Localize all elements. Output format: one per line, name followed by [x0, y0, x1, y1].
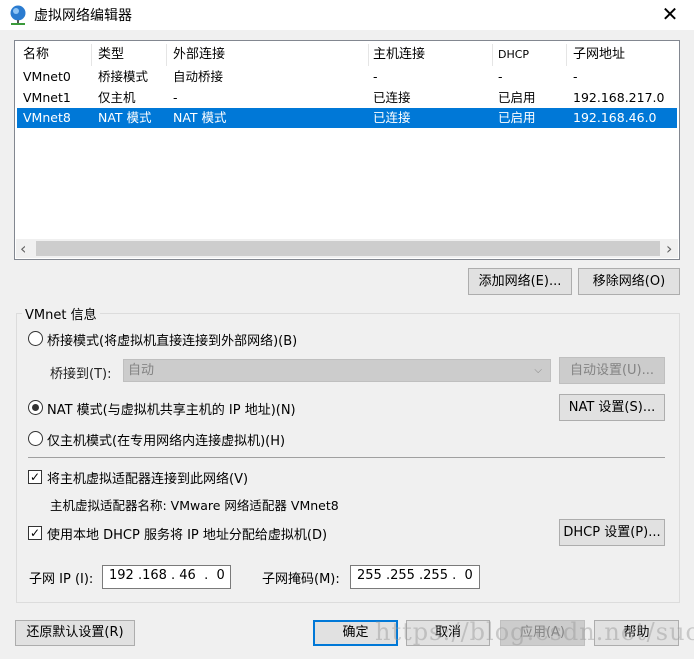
use-dhcp-label: 使用本地 DHCP 服务将 IP 地址分配给虚拟机(D)	[47, 528, 328, 543]
bridge-to-value: 自动	[128, 363, 155, 378]
column-separator[interactable]	[166, 44, 167, 66]
column-header[interactable]: 主机连接	[373, 44, 425, 66]
add-network-button[interactable]: 添加网络(E)...	[468, 268, 572, 295]
subnet-mask-label: 子网掩码(M):	[262, 572, 340, 587]
subnet-ip-label: 子网 IP (I):	[29, 572, 94, 587]
subnet-mask-input[interactable]: 255 .255 .255 . 0	[350, 565, 480, 589]
auto-settings-button[interactable]: 自动设置(U)...	[559, 357, 665, 384]
table-cell: NAT 模式	[173, 110, 227, 125]
group-label: VMnet 信息	[22, 304, 100, 323]
bridge-to-select[interactable]: 自动 ⌵	[123, 359, 551, 382]
remove-network-button[interactable]: 移除网络(O)	[578, 268, 680, 295]
table-cell: -	[573, 69, 578, 84]
table-cell: 仅主机	[98, 89, 136, 105]
title-bar: 虚拟网络编辑器 ✕	[0, 0, 694, 30]
restore-defaults-button[interactable]: 还原默认设置(R)	[15, 620, 135, 646]
column-separator[interactable]	[492, 44, 493, 66]
close-icon[interactable]: ✕	[658, 2, 682, 26]
dhcp-settings-button[interactable]: DHCP 设置(P)...	[559, 519, 665, 546]
column-header[interactable]: 子网地址	[573, 44, 625, 66]
column-separator[interactable]	[566, 44, 567, 66]
connect-adapter-checkbox[interactable]: ✓	[28, 470, 42, 484]
table-cell: 桥接模式	[98, 69, 149, 84]
scroll-left-icon[interactable]: ‹	[20, 239, 26, 258]
horizontal-scrollbar[interactable]: ‹ ›	[16, 239, 678, 258]
bridge-mode-radio[interactable]	[28, 331, 43, 346]
chevron-down-icon: ⌵	[534, 365, 542, 376]
watermark: https://blog.csdn.net/suoyudong	[375, 618, 694, 646]
table-row[interactable]: VMnet8 NAT 模式 NAT 模式 已连接 已启用 192.168.46.0	[17, 108, 677, 128]
divider	[28, 457, 665, 458]
table-cell: 自动桥接	[173, 69, 224, 84]
network-globe-icon	[10, 5, 26, 25]
table-cell: NAT 模式	[98, 110, 152, 125]
connect-adapter-label: 将主机虚拟适配器连接到此网络(V)	[47, 472, 249, 487]
nat-mode-label: NAT 模式(与虚拟机共享主机的 IP 地址)(N)	[47, 403, 296, 418]
bridge-to-label: 桥接到(T):	[50, 367, 112, 382]
table-cell: 已连接	[373, 89, 411, 105]
host-only-radio[interactable]	[28, 431, 43, 446]
scroll-right-icon[interactable]: ›	[666, 239, 672, 258]
column-header[interactable]: 外部连接	[173, 44, 225, 66]
table-cell: VMnet0	[23, 69, 71, 84]
use-dhcp-checkbox[interactable]: ✓	[28, 526, 42, 540]
table-cell: 192.168.217.0	[573, 89, 665, 105]
table-row[interactable]: VMnet0 桥接模式 自动桥接 - - -	[17, 67, 677, 87]
nat-settings-button[interactable]: NAT 设置(S)...	[559, 394, 665, 421]
column-header[interactable]: 名称	[23, 44, 49, 66]
bridge-mode-label: 桥接模式(将虚拟机直接连接到外部网络)(B)	[47, 334, 298, 349]
network-list[interactable]: 名称 类型 外部连接 主机连接 DHCP 子网地址 VMnet0 桥接模式 自动桥接 - - - VM…	[14, 40, 680, 260]
table-cell: 192.168.46.0	[573, 110, 657, 125]
table-cell: VMnet1	[23, 89, 71, 105]
table-cell: -	[498, 69, 503, 84]
table-cell: 已启用	[498, 110, 536, 125]
column-header[interactable]: DHCP	[498, 44, 529, 66]
table-row[interactable]: VMnet1 仅主机 - 已连接 已启用 192.168.217.0	[17, 88, 677, 108]
host-only-label: 仅主机模式(在专用网络内连接虚拟机)(H)	[47, 434, 286, 449]
table-cell: -	[373, 69, 378, 84]
column-separator[interactable]	[91, 44, 92, 66]
subnet-ip-input[interactable]: 192 .168 . 46 . 0	[102, 565, 231, 589]
scrollbar-thumb[interactable]	[36, 241, 660, 256]
column-separator[interactable]	[368, 44, 369, 66]
table-cell: 已启用	[498, 89, 536, 105]
table-cell: 已连接	[373, 110, 411, 125]
table-cell: -	[173, 89, 178, 105]
window-title: 虚拟网络编辑器	[34, 8, 132, 24]
adapter-name: 主机虚拟适配器名称: VMware 网络适配器 VMnet8	[50, 498, 339, 513]
table-cell: VMnet8	[23, 110, 71, 125]
nat-mode-radio[interactable]	[28, 400, 43, 415]
column-header[interactable]: 类型	[98, 44, 124, 66]
